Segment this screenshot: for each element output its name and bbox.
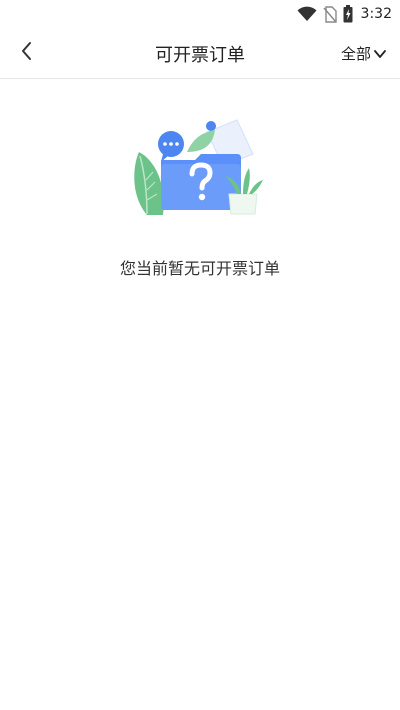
empty-message: 您当前暂无可开票订单 [119,259,280,278]
filter-dropdown[interactable]: 全部 [341,43,386,64]
battery-charging-icon [343,5,353,23]
chevron-down-icon [374,44,386,63]
status-time: 3:32 [360,6,392,22]
empty-state: 您当前暂无可开票订单 [0,110,400,279]
status-icons: 3:32 [297,4,392,24]
screen: 3:32 可开票订单 全部 您当前暂无可开票订单 [0,0,400,710]
header-bar: 可开票订单 全部 [0,28,400,79]
question-folder-illustration [134,119,263,215]
filter-label: 全部 [340,45,371,63]
status-bar: 3:32 [0,0,400,28]
wifi-icon [297,6,317,22]
no-sim-icon [323,5,337,23]
